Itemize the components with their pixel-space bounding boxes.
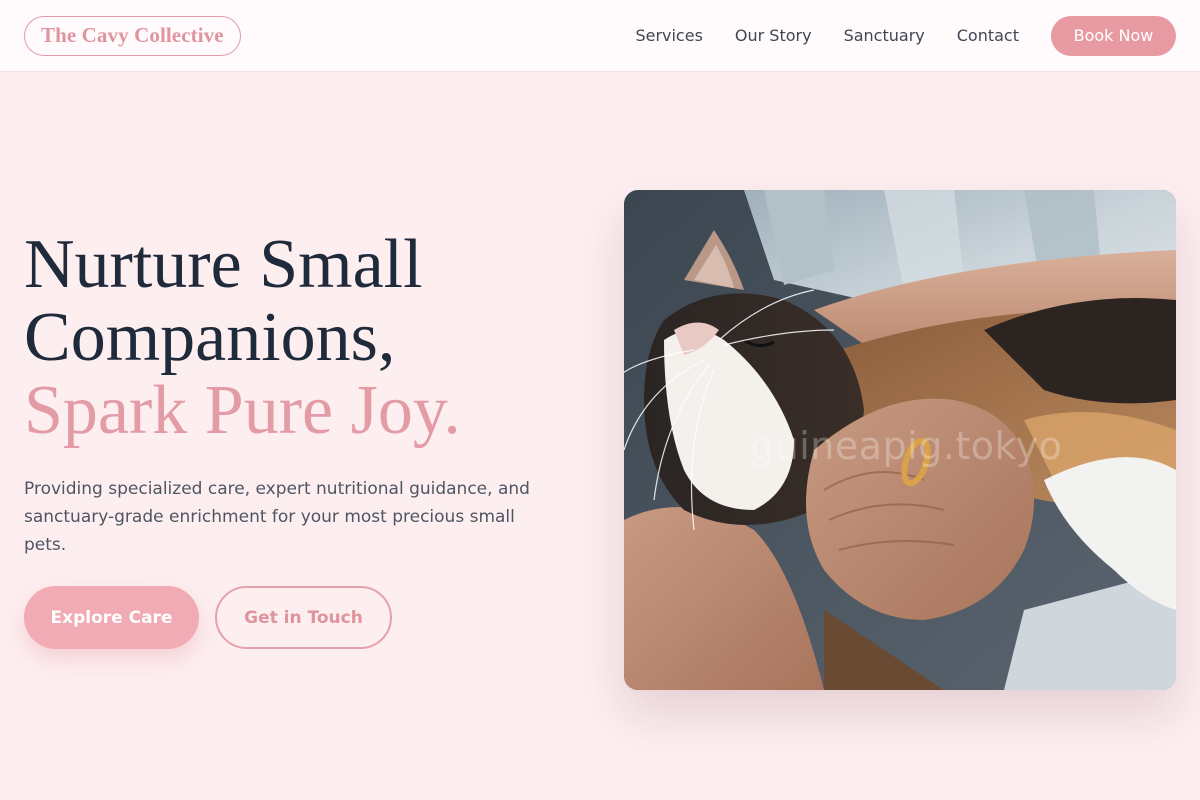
main-nav: Services Our Story Sanctuary Contact Boo… bbox=[635, 15, 1176, 56]
nav-link-our-story[interactable]: Our Story bbox=[735, 26, 812, 45]
hero-photo: guineapig.tokyo bbox=[624, 190, 1176, 690]
nav-link-sanctuary[interactable]: Sanctuary bbox=[844, 26, 925, 45]
hero-headline: Nurture Small Companions, Spark Pure Joy… bbox=[24, 228, 584, 447]
book-now-button[interactable]: Book Now bbox=[1051, 15, 1176, 56]
headline-line-1: Nurture Small bbox=[24, 226, 423, 303]
hero-subtext: Providing specialized care, expert nutri… bbox=[24, 479, 530, 555]
nav-link-contact[interactable]: Contact bbox=[957, 26, 1019, 45]
get-in-touch-button[interactable]: Get in Touch bbox=[215, 586, 392, 649]
nav-link-services[interactable]: Services bbox=[635, 26, 702, 45]
headline-accent: Spark Pure Joy. bbox=[24, 372, 461, 449]
cat-in-hands-illustration bbox=[624, 190, 1176, 690]
hero-cta-row: Explore Care Get in Touch bbox=[24, 586, 392, 649]
explore-care-button[interactable]: Explore Care bbox=[24, 586, 199, 649]
site-header: The Cavy Collective Services Our Story S… bbox=[0, 0, 1200, 72]
hero-text: Nurture Small Companions, Spark Pure Joy… bbox=[24, 228, 584, 559]
logo[interactable]: The Cavy Collective bbox=[24, 15, 241, 56]
headline-line-2: Companions, bbox=[24, 299, 396, 376]
